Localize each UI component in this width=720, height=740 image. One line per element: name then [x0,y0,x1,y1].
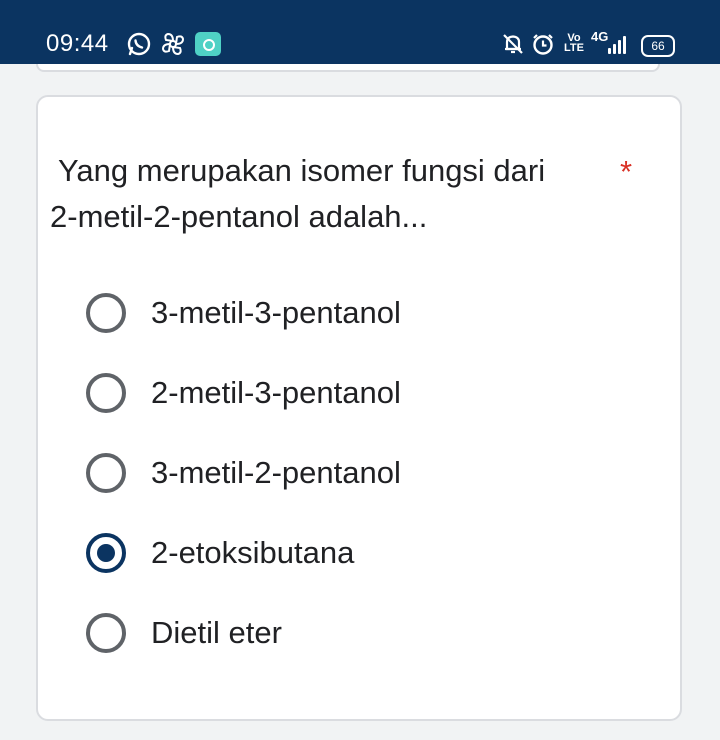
option-dietil-eter[interactable]: Dietil eter [86,613,646,653]
battery-icon: 66 [641,35,675,57]
option-label: 2-etoksibutana [151,535,355,570]
option-label: Dietil eter [151,615,282,650]
pinwheel-icon [160,31,186,57]
question-line-1: Yang merupakan isomer fungsi dari [50,153,546,188]
radio-button[interactable] [86,293,126,333]
option-label: 2-metil-3-pentanol [151,375,401,410]
status-time: 09:44 [46,30,109,57]
previous-card-edge [36,64,660,72]
radio-button[interactable] [86,533,126,573]
radio-button[interactable] [86,453,126,493]
alarm-icon [530,31,556,57]
option-2-metil-3-pentanol[interactable]: 2-metil-3-pentanol [86,373,646,413]
option-3-metil-2-pentanol[interactable]: 3-metil-2-pentanol [86,453,646,493]
question-title: Yang merupakan isomer fungsi dari 2-meti… [50,148,610,240]
option-label: 3-metil-2-pentanol [151,455,401,490]
required-marker: * [620,154,633,189]
option-2-etoksibutana[interactable]: 2-etoksibutana [86,533,646,573]
volte-bottom-label: LTE [564,42,584,54]
whatsapp-icon [126,31,152,57]
network-type: 4G [591,29,609,44]
option-label: 3-metil-3-pentanol [151,295,401,330]
question-line-2: 2-metil-2-pentanol adalah... [50,199,428,234]
status-bar: 09:44 Vo LTE 4G 66 [0,0,720,64]
radio-button[interactable] [86,373,126,413]
app-notification-icon [195,32,221,56]
signal-icon [608,36,628,54]
volte-icon: Vo LTE [564,33,584,54]
radio-button[interactable] [86,613,126,653]
option-3-metil-3-pentanol[interactable]: 3-metil-3-pentanol [86,293,646,333]
mute-bell-icon [500,31,526,57]
